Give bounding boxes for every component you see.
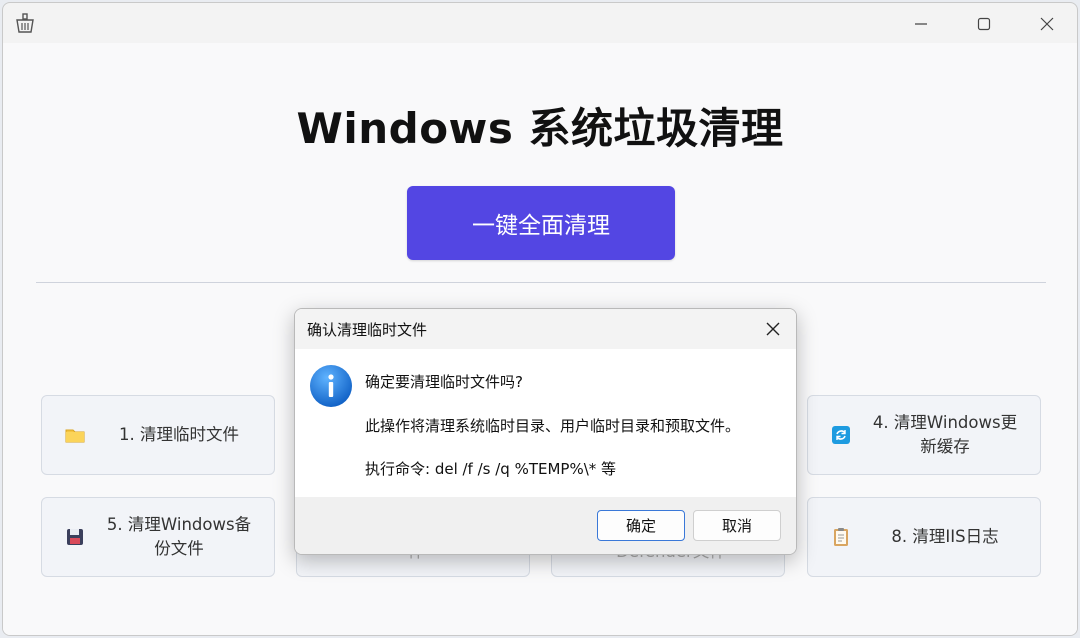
close-icon: [766, 322, 780, 336]
maximize-button[interactable]: [961, 9, 1007, 39]
minimize-button[interactable]: [898, 9, 944, 39]
clipboard-icon: [834, 528, 848, 546]
card-label: 1. 清理临时文件: [119, 425, 239, 444]
folder-icon: [65, 429, 85, 443]
close-icon: [1040, 17, 1054, 31]
clean-windows-update-cache-card[interactable]: 4. 清理Windows更新缓存: [807, 395, 1041, 475]
full-clean-button[interactable]: 一键全面清理: [407, 186, 675, 260]
clean-iis-logs-card[interactable]: 8. 清理IIS日志: [807, 497, 1041, 577]
info-icon: [310, 365, 352, 407]
divider: [36, 282, 1046, 283]
floppy-disk-icon: [67, 529, 83, 545]
card-label: 4. 清理Windows更新缓存: [872, 413, 1018, 456]
card-label: 5. 清理Windows备份文件: [106, 515, 252, 558]
minimize-icon: [915, 23, 927, 25]
maximize-icon: [977, 17, 991, 31]
dialog-description: 此操作将清理系统临时目录、用户临时目录和预取文件。: [365, 417, 741, 435]
page-title: Windows 系统垃圾清理: [296, 104, 784, 153]
dialog-question: 确定要清理临时文件吗?: [365, 373, 523, 391]
dialog-title-bar: 确认清理临时文件: [295, 309, 796, 349]
title-bar: [3, 3, 1077, 43]
dialog-close-button[interactable]: [758, 315, 788, 343]
card-label: 8. 清理IIS日志: [891, 527, 999, 546]
dialog-command: 执行命令: del /f /s /q %TEMP%\* 等: [365, 460, 617, 478]
dialog-footer: 确定 取消: [295, 497, 796, 554]
dialog-body: 确定要清理临时文件吗? 此操作将清理系统临时目录、用户临时目录和预取文件。 执行…: [295, 349, 796, 497]
refresh-icon: [832, 426, 850, 444]
broom-basket-icon: [16, 13, 34, 33]
dialog-title: 确认清理临时文件: [307, 321, 428, 339]
clean-temp-files-card[interactable]: 1. 清理临时文件: [41, 395, 275, 475]
cancel-button[interactable]: 取消: [693, 510, 781, 541]
close-window-button[interactable]: [1024, 9, 1070, 39]
app-window: Windows 系统垃圾清理 一键全面清理 1. 清理临时文件 4. 清理Win…: [2, 2, 1078, 636]
clean-windows-backup-card[interactable]: 5. 清理Windows备份文件: [41, 497, 275, 577]
confirm-button[interactable]: 确定: [597, 510, 685, 541]
confirm-dialog: 确认清理临时文件 确定要清理临时文件吗? 此操作将清理系统临时目录、用户临时目录…: [294, 308, 797, 555]
